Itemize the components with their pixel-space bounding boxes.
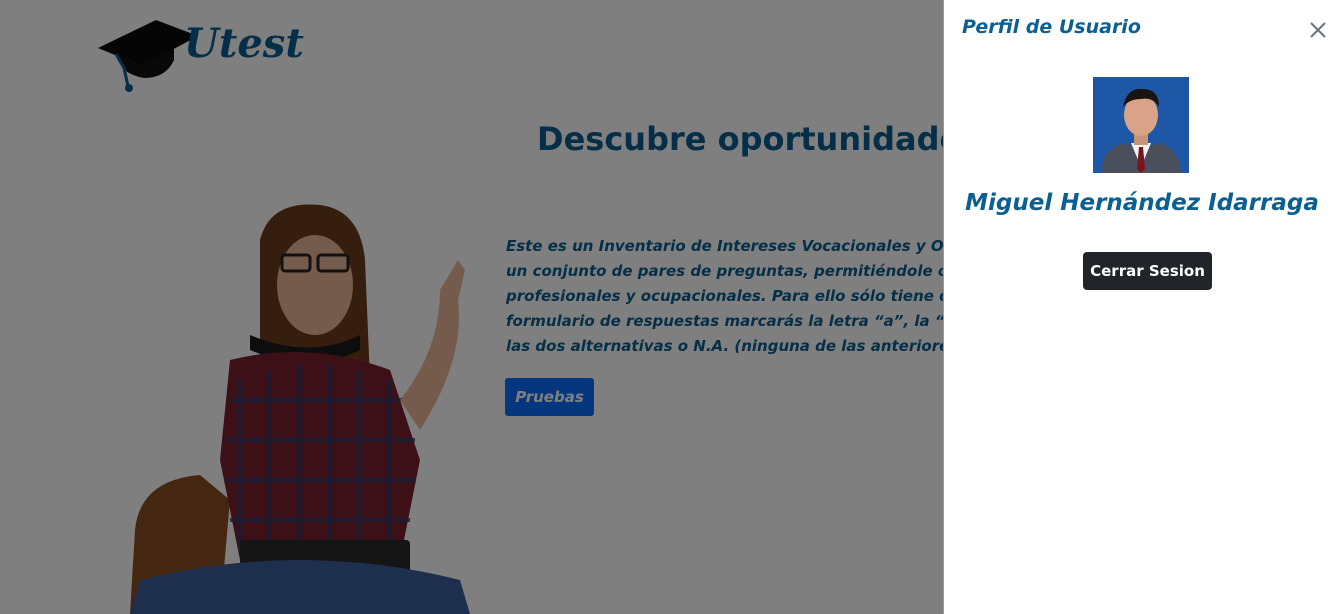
- avatar: [1093, 77, 1189, 173]
- landing-page: Utest Descubre oportunidades d Este es u…: [0, 0, 1339, 614]
- close-button[interactable]: [1306, 18, 1330, 42]
- profile-panel: Perfil de Usuario Miguel Hernández Idarr…: [943, 0, 1339, 614]
- profile-panel-title: Perfil de Usuario: [962, 16, 1141, 38]
- modal-backdrop[interactable]: [0, 0, 944, 614]
- close-icon: [1310, 22, 1326, 38]
- user-name: Miguel Hernández Idarraga: [965, 190, 1319, 216]
- user-photo: [1093, 77, 1189, 173]
- logout-button[interactable]: Cerrar Sesion: [1083, 252, 1212, 290]
